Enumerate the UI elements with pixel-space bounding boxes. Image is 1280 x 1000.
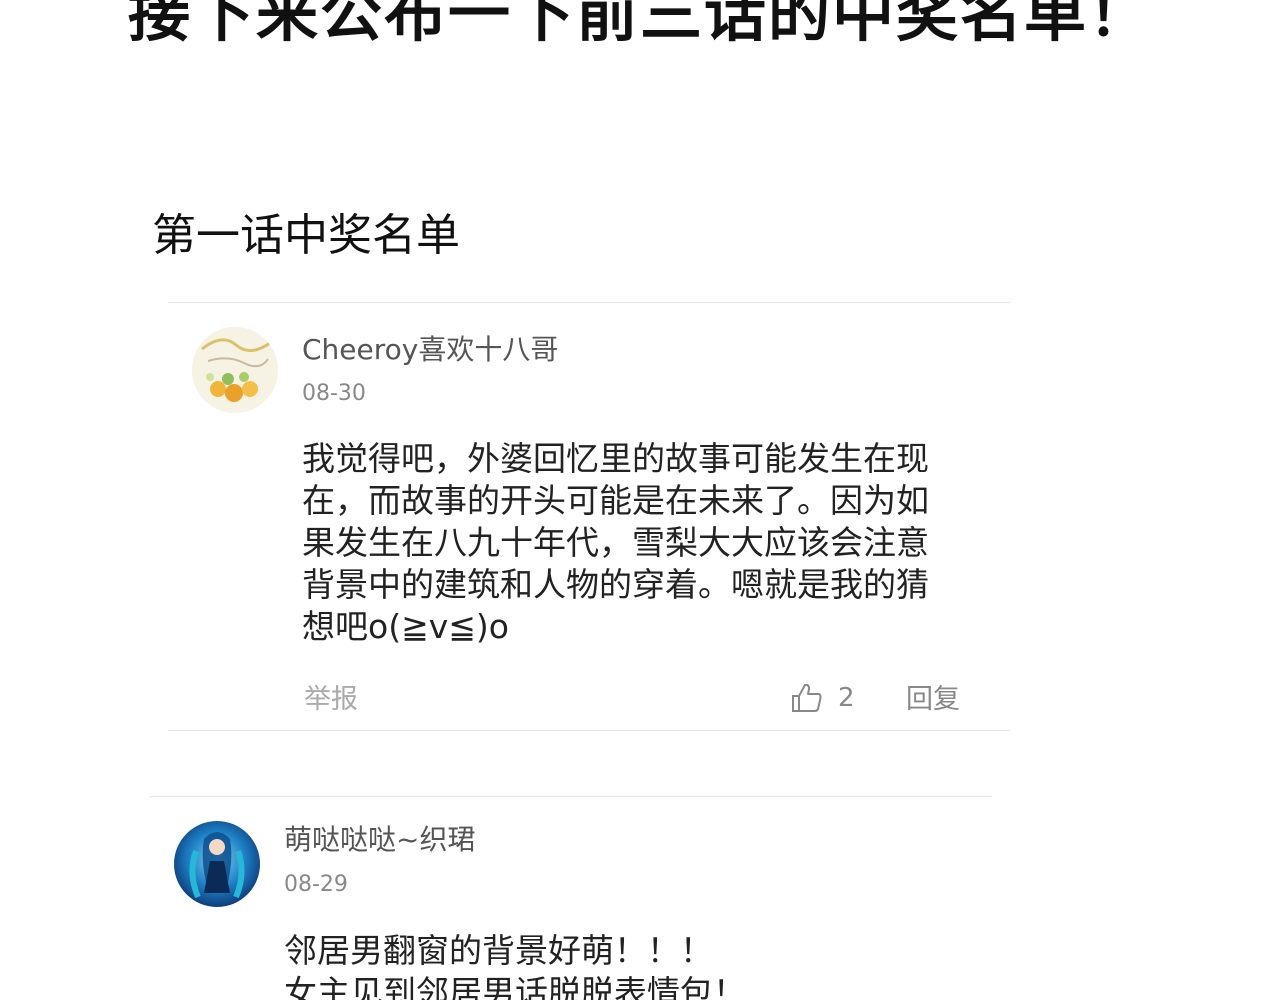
thumbs-up-icon <box>792 683 822 712</box>
section-title: 第一话中奖名单 <box>152 210 460 261</box>
divider <box>168 302 1010 303</box>
like-count: 2 <box>838 683 855 713</box>
comment-line: 想吧o(≧v≦)o <box>302 607 509 646</box>
comment-line: 背景中的建筑和人物的穿着。嗯就是我的猜 <box>302 565 929 604</box>
comment-text: 邻居男翻窗的背景好萌！！！ 女主见到邻居男话脱脱表情包！ <box>284 930 746 1000</box>
comment-line: 女主见到邻居男话脱脱表情包！ <box>284 973 746 1000</box>
username[interactable]: 萌哒哒哒~织珺 <box>284 822 475 858</box>
comment-date: 08-30 <box>302 381 366 406</box>
comment-card: 萌哒哒哒~织珺 08-29 邻居男翻窗的背景好萌！！！ 女主见到邻居男话脱脱表情… <box>150 796 992 1000</box>
comment-line: 果发生在八九十年代，雪梨大大应该会注意 <box>302 523 929 562</box>
reply-button[interactable]: 回复 <box>906 682 960 718</box>
headline: 接下来公布一下前三话的中奖名单！ <box>127 0 1152 50</box>
divider <box>168 730 1010 731</box>
comment-card: Cheeroy喜欢十八哥 08-30 我觉得吧，外婆回忆里的故事可能发生在现 在… <box>168 302 1010 732</box>
report-button[interactable]: 举报 <box>304 682 358 718</box>
avatar-image <box>174 821 260 907</box>
avatar[interactable] <box>192 327 278 413</box>
comment-line: 在，而故事的开头可能是在未来了。因为如 <box>302 481 929 520</box>
username[interactable]: Cheeroy喜欢十八哥 <box>302 332 558 368</box>
avatar[interactable] <box>174 821 260 907</box>
comment-text: 我觉得吧，外婆回忆里的故事可能发生在现 在，而故事的开头可能是在未来了。因为如 … <box>302 438 929 648</box>
comment-date: 08-29 <box>284 872 348 897</box>
divider <box>150 796 992 797</box>
avatar-image <box>192 327 278 413</box>
comment-line: 我觉得吧，外婆回忆里的故事可能发生在现 <box>302 439 929 478</box>
like-button[interactable]: 2 <box>790 680 855 716</box>
comment-line: 邻居男翻窗的背景好萌！！！ <box>284 931 713 970</box>
